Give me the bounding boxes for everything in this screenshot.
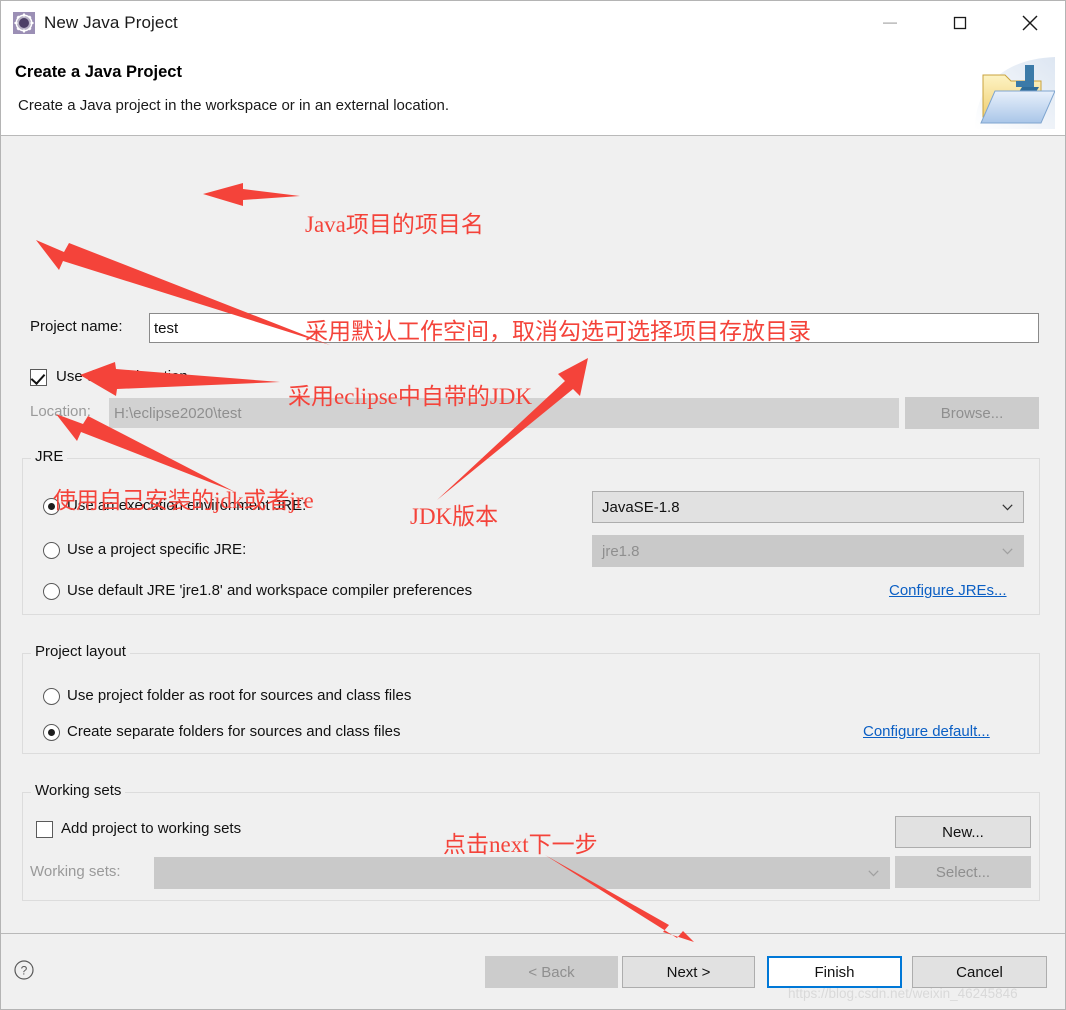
cancel-button[interactable]: Cancel [912,956,1047,988]
radio-separate-folders-label: Create separate folders for sources and … [67,723,401,740]
use-default-location-label: Use default location [56,368,188,385]
wizard-footer: ? < Back Next > Finish Cancel [1,933,1065,1009]
page-description: Create a Java project in the workspace o… [18,97,450,114]
new-working-set-button[interactable]: New... [895,816,1031,848]
radio-default-jre-label: Use default JRE 'jre1.8' and workspace c… [67,582,473,599]
add-project-to-working-sets-checkbox[interactable] [36,821,53,838]
execution-environment-value: JavaSE-1.8 [602,498,680,516]
configure-default-link[interactable]: Configure default... [863,723,990,740]
radio-separate-folders[interactable] [43,724,60,741]
help-question-icon[interactable]: ? [13,959,35,981]
radio-project-folder-root[interactable] [43,688,60,705]
maximize-button[interactable] [925,1,995,45]
new-java-project-folder-icon [967,51,1056,129]
select-working-set-button[interactable]: Select... [895,856,1031,888]
use-default-location-checkbox[interactable] [30,369,47,386]
chevron-down-icon [1002,504,1013,511]
add-project-to-working-sets-label: Add project to working sets [61,820,242,837]
jre-group-title: JRE [31,448,68,465]
working-sets-label: Working sets: [30,863,121,880]
close-button[interactable] [995,1,1065,45]
window-controls [855,1,1065,45]
project-name-input[interactable]: test [149,313,1039,343]
project-name-label: Project name: [30,318,123,335]
radio-execution-environment-jre-label: Use an execution environment JRE: [67,497,307,514]
window-title: New Java Project [44,13,178,32]
next-button[interactable]: Next > [622,956,755,988]
svg-text:?: ? [21,964,28,978]
project-layout-group-title: Project layout [31,643,130,660]
wizard-header: Create a Java Project Create a Java proj… [1,45,1065,136]
working-sets-group-title: Working sets [31,782,126,799]
radio-project-folder-root-label: Use project folder as root for sources a… [67,687,412,704]
minimize-icon [883,22,897,24]
execution-environment-combo[interactable]: JavaSE-1.8 [592,491,1024,523]
configure-jres-link[interactable]: Configure JREs... [889,582,1007,599]
new-java-project-dialog: New Java Project Create a Java Project C… [0,0,1066,1010]
back-button[interactable]: < Back [485,956,618,988]
title-bar: New Java Project [1,1,1065,45]
project-specific-jre-combo[interactable]: jre1.8 [592,535,1024,567]
working-sets-combo[interactable] [154,857,890,889]
java-project-icon [13,12,35,34]
finish-button[interactable]: Finish [767,956,902,988]
radio-default-jre[interactable] [43,583,60,600]
radio-execution-environment-jre[interactable] [43,498,60,515]
radio-project-specific-jre-label: Use a project specific JRE: [67,541,247,558]
maximize-icon [953,16,967,30]
project-specific-jre-value: jre1.8 [602,542,640,560]
location-label: Location: [30,403,91,420]
page-title: Create a Java Project [15,63,182,81]
close-icon [1022,15,1038,31]
chevron-down-icon [1002,548,1013,555]
wizard-body: Project name: test Use default location … [1,136,1065,933]
radio-project-specific-jre[interactable] [43,542,60,559]
location-input[interactable]: H:\eclipse2020\test [109,398,899,428]
minimize-button[interactable] [855,1,925,45]
browse-button[interactable]: Browse... [905,397,1039,429]
chevron-down-icon [868,870,879,877]
